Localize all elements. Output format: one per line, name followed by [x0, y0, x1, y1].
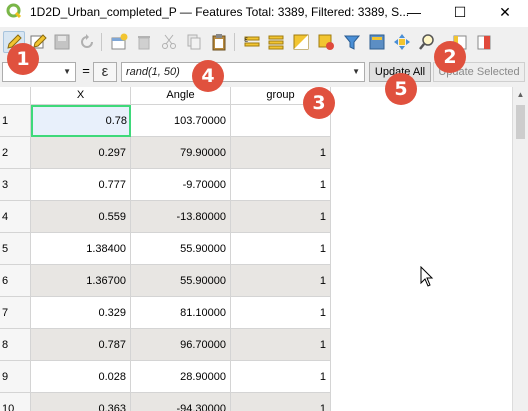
scroll-thumb[interactable]	[516, 105, 525, 139]
deselect-icon	[318, 34, 334, 50]
qgis-logo-icon	[6, 3, 22, 19]
paste-icon	[212, 34, 226, 51]
zoom-to-selection-button[interactable]	[417, 32, 437, 52]
close-button[interactable]: ✕	[482, 0, 528, 24]
chevron-down-icon: ▼	[63, 67, 71, 76]
reload-button[interactable]	[77, 32, 97, 52]
select-all-button[interactable]	[266, 32, 286, 52]
select-all-icon	[268, 35, 284, 50]
callout-badge-1: 1	[7, 43, 39, 75]
paste-button[interactable]	[209, 32, 229, 52]
invert-selection-icon	[293, 34, 309, 50]
table-cell-group[interactable]: 1	[231, 233, 331, 265]
table-cell-x[interactable]: 0.559	[31, 201, 131, 233]
corner-header[interactable]	[0, 87, 31, 105]
delete-icon	[138, 36, 150, 50]
add-feature-icon	[111, 33, 128, 50]
row-header[interactable]: 6	[0, 265, 31, 297]
filter-icon	[343, 35, 361, 50]
table-cell-x[interactable]: 0.329	[31, 297, 131, 329]
table-cell-x[interactable]: 0.363	[31, 393, 131, 411]
table-cell-group[interactable]: 1	[231, 361, 331, 393]
expression-input[interactable]: rand(1, 50) ▼	[121, 62, 365, 82]
row-header[interactable]: 1	[0, 105, 31, 137]
deselect-all-button[interactable]	[316, 32, 336, 52]
select-expression-icon: ε	[244, 35, 260, 47]
save-icon	[54, 34, 70, 50]
table-cell-x[interactable]: 0.78	[31, 105, 131, 137]
table-cell-x[interactable]: 0.787	[31, 329, 131, 361]
chevron-down-icon: ▼	[352, 67, 360, 76]
callout-badge-5: 5	[385, 73, 417, 105]
mouse-pointer-icon	[420, 266, 434, 287]
row-header[interactable]: 3	[0, 169, 31, 201]
table-cell-x[interactable]: 0.297	[31, 137, 131, 169]
cut-button[interactable]	[159, 32, 179, 52]
row-header[interactable]: 4	[0, 201, 31, 233]
select-by-expression-button[interactable]: ε	[242, 32, 262, 52]
table-cell-x[interactable]: 0.777	[31, 169, 131, 201]
filter-button[interactable]	[342, 32, 362, 52]
row-header[interactable]: 9	[0, 361, 31, 393]
table-cell-angle[interactable]: 55.90000	[131, 265, 231, 297]
table-cell-angle[interactable]: 79.90000	[131, 137, 231, 169]
delete-feature-button[interactable]	[134, 32, 154, 52]
minimize-button[interactable]: —	[391, 0, 437, 24]
table-cell-group[interactable]: 1	[231, 329, 331, 361]
table-cell-x[interactable]: 0.028	[31, 361, 131, 393]
row-header[interactable]: 5	[0, 233, 31, 265]
expression-text: rand(1, 50)	[126, 66, 180, 78]
table-cell-angle[interactable]: 28.90000	[131, 361, 231, 393]
pan-to-selection-button[interactable]	[392, 32, 412, 52]
table-cell-group[interactable]: 1	[231, 393, 331, 411]
table-cell-group[interactable]: 1	[231, 137, 331, 169]
callout-badge-2: 2	[434, 41, 466, 73]
row-header[interactable]: 8	[0, 329, 31, 361]
table-cell-x[interactable]: 1.38400	[31, 233, 131, 265]
move-top-icon	[369, 34, 385, 50]
invert-selection-button[interactable]	[291, 32, 311, 52]
callout-badge-3: 3	[303, 87, 335, 119]
maximize-button[interactable]: ☐	[437, 0, 483, 24]
table-cell-group[interactable]: 1	[231, 265, 331, 297]
column-header-x[interactable]: X	[31, 87, 131, 105]
expression-builder-button[interactable]: ε	[93, 62, 117, 82]
copy-icon	[187, 34, 201, 50]
table-cell-angle[interactable]: -13.80000	[131, 201, 231, 233]
pan-icon	[394, 34, 410, 50]
table-cell-angle[interactable]: -9.70000	[131, 169, 231, 201]
svg-text:ε: ε	[244, 35, 248, 44]
move-selection-top-button[interactable]	[367, 32, 387, 52]
window-title: 1D2D_Urban_completed_P — Features Total:…	[30, 5, 410, 19]
table-cell-x[interactable]: 1.36700	[31, 265, 131, 297]
scroll-up-icon[interactable]: ▲	[513, 87, 528, 103]
title-bar: 1D2D_Urban_completed_P — Features Total:…	[0, 0, 528, 24]
save-edits-button[interactable]	[52, 32, 72, 52]
equals-label: =	[82, 63, 90, 78]
table-cell-angle[interactable]: 55.90000	[131, 233, 231, 265]
table-cell-group[interactable]: 1	[231, 297, 331, 329]
row-header[interactable]: 2	[0, 137, 31, 169]
table-cell-group[interactable]: 1	[231, 201, 331, 233]
table-cell-angle[interactable]: 81.10000	[131, 297, 231, 329]
row-header[interactable]: 7	[0, 297, 31, 329]
row-header[interactable]: 10	[0, 393, 31, 411]
reload-icon	[81, 34, 93, 48]
epsilon-icon: ε	[101, 63, 109, 80]
attribute-table: X Angle group 1 0.78 103.70000 2 0.297 79.900…	[0, 87, 512, 411]
table-cell-angle[interactable]: 103.70000	[131, 105, 231, 137]
table-cell-group[interactable]: 1	[231, 169, 331, 201]
table-cell-angle[interactable]: -94.30000	[131, 393, 231, 411]
vertical-scrollbar[interactable]: ▲	[512, 87, 528, 411]
add-feature-button[interactable]	[109, 32, 129, 52]
callout-badge-4: 4	[192, 60, 224, 92]
delete-field-icon	[477, 35, 491, 50]
table-cell-angle[interactable]: 96.70000	[131, 329, 231, 361]
cut-icon	[162, 34, 176, 49]
delete-field-button[interactable]	[474, 32, 494, 52]
zoom-icon	[419, 34, 434, 50]
copy-button[interactable]	[184, 32, 204, 52]
